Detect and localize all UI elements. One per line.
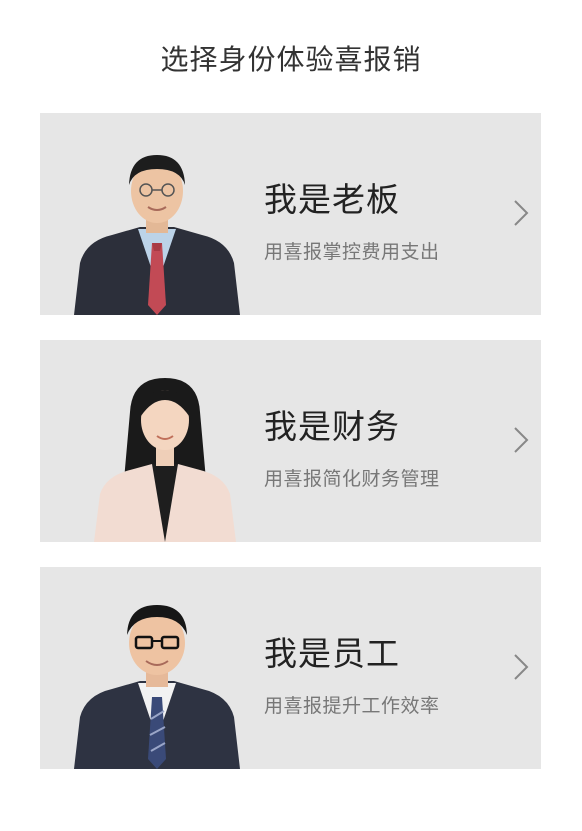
employee-portrait: [74, 605, 240, 769]
chevron-right-icon: [514, 200, 529, 226]
card-subtitle: 用喜报简化财务管理: [264, 468, 440, 490]
chevron-right-icon: [514, 427, 529, 453]
card-title: 我是财务: [264, 407, 400, 446]
card-title: 我是员工: [264, 634, 400, 673]
role-card-employee[interactable]: 我是员工 用喜报提升工作效率: [40, 567, 541, 769]
card-title: 我是老板: [264, 180, 400, 219]
page-title: 选择身份体验喜报销: [160, 43, 422, 76]
boss-portrait: [74, 155, 240, 315]
role-card-boss[interactable]: 我是老板 用喜报掌控费用支出: [40, 113, 541, 315]
finance-portrait: [94, 378, 236, 542]
role-card-finance[interactable]: 我是财务 用喜报简化财务管理: [40, 340, 541, 542]
card-subtitle: 用喜报提升工作效率: [264, 695, 440, 717]
chevron-right-icon: [514, 654, 529, 680]
card-subtitle: 用喜报掌控费用支出: [264, 241, 440, 263]
